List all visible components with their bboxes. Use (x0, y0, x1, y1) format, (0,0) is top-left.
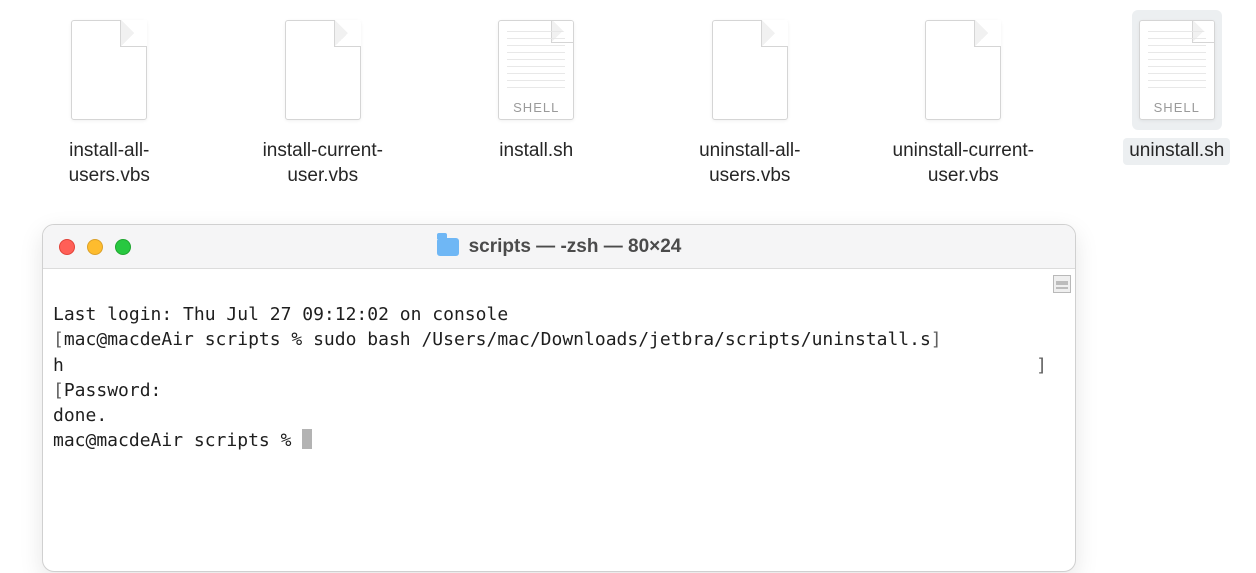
terminal-line: Password: (64, 380, 162, 401)
terminal-line: Last login: Thu Jul 27 09:12:02 on conso… (53, 304, 508, 325)
bracket-icon: ] (931, 329, 942, 350)
terminal-line: mac@macdeAir scripts % (53, 430, 302, 451)
file-label: install-all-users.vbs (30, 138, 189, 189)
desktop-file-row: install-all-users.vbs install-current-us… (0, 10, 1256, 189)
blank-doc-icon (712, 20, 788, 120)
blank-doc-icon (925, 20, 1001, 120)
bracket-icon: ] (1036, 353, 1047, 378)
shell-doc-icon: SHELL (498, 20, 574, 120)
shell-doc-icon: SHELL (1139, 20, 1215, 120)
minimize-icon[interactable] (87, 239, 103, 255)
terminal-line: h (53, 355, 64, 376)
folder-icon (437, 238, 459, 256)
terminal-window[interactable]: scripts — -zsh — 80×24 Last login: Thu J… (42, 224, 1076, 572)
file-label: install.sh (493, 138, 579, 165)
cursor-icon (302, 429, 312, 449)
file-label: install-current-user.vbs (244, 138, 403, 189)
close-icon[interactable] (59, 239, 75, 255)
file-install-all-users-vbs[interactable]: install-all-users.vbs (30, 10, 189, 189)
file-label: uninstall.sh (1123, 138, 1230, 165)
bracket-icon: [ (53, 329, 64, 350)
zoom-icon[interactable] (115, 239, 131, 255)
file-icon (705, 10, 795, 130)
shell-tag: SHELL (1140, 100, 1214, 115)
file-icon (918, 10, 1008, 130)
file-icon (278, 10, 368, 130)
file-install-current-user-vbs[interactable]: install-current-user.vbs (244, 10, 403, 189)
file-icon (64, 10, 154, 130)
file-label: uninstall-all-users.vbs (671, 138, 830, 189)
title-center: scripts — -zsh — 80×24 (43, 236, 1075, 258)
window-controls (43, 239, 131, 255)
shell-tag: SHELL (499, 100, 573, 115)
terminal-body[interactable]: Last login: Thu Jul 27 09:12:02 on conso… (43, 269, 1075, 571)
scroll-indicator-icon[interactable] (1053, 275, 1071, 293)
window-title: scripts — -zsh — 80×24 (469, 236, 682, 258)
blank-doc-icon (71, 20, 147, 120)
file-label: uninstall-current-user.vbs (884, 138, 1043, 189)
terminal-line: mac@macdeAir scripts % sudo bash /Users/… (64, 329, 931, 350)
terminal-line: done. (53, 405, 107, 426)
blank-doc-icon (285, 20, 361, 120)
bracket-icon: [ (53, 380, 64, 401)
file-uninstall-current-user-vbs[interactable]: uninstall-current-user.vbs (884, 10, 1043, 189)
titlebar[interactable]: scripts — -zsh — 80×24 (43, 225, 1075, 269)
file-install-sh[interactable]: SHELL install.sh (457, 10, 616, 189)
file-uninstall-all-users-vbs[interactable]: uninstall-all-users.vbs (671, 10, 830, 189)
file-icon: SHELL (1132, 10, 1222, 130)
file-uninstall-sh[interactable]: SHELL uninstall.sh (1098, 10, 1256, 189)
file-icon: SHELL (491, 10, 581, 130)
